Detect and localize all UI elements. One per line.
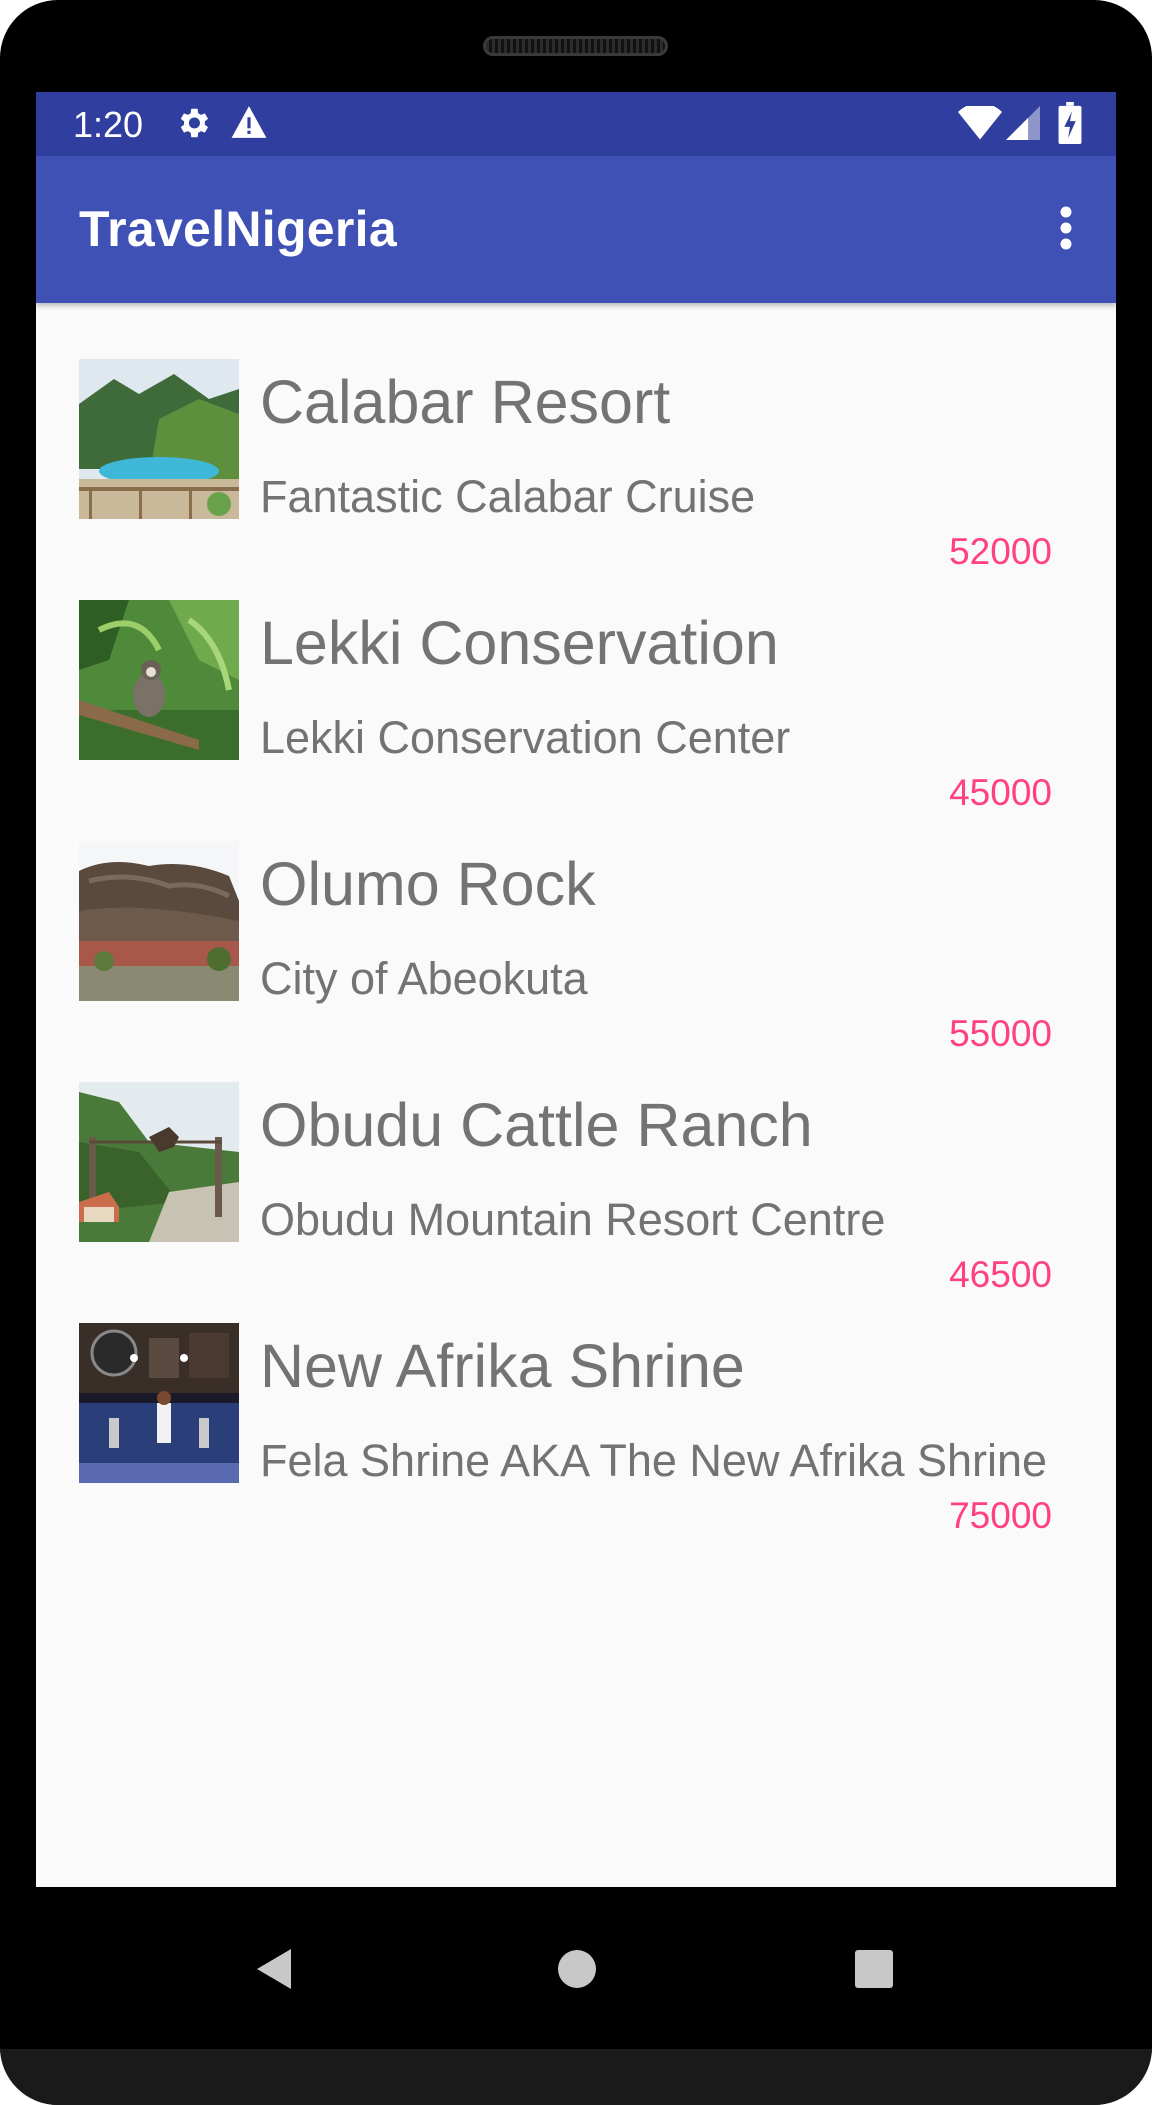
destination-price: 46500 xyxy=(949,1254,1052,1295)
destination-subtitle: Lekki Conservation Center xyxy=(260,712,791,763)
device-chin xyxy=(0,2049,1152,2105)
status-bar: 1:20 xyxy=(36,92,1116,156)
status-time: 1:20 xyxy=(73,104,144,145)
destination-price: 52000 xyxy=(949,531,1052,572)
destination-title: New Afrika Shrine xyxy=(260,1332,745,1400)
rock-formation-image xyxy=(79,841,239,1001)
settings-gear-icon xyxy=(174,104,212,147)
destination-item-lekki-conservation[interactable]: Lekki Conservation Lekki Conservation Ce… xyxy=(36,600,1116,841)
concert-stage-image xyxy=(79,1323,239,1483)
earpiece-speaker xyxy=(483,36,668,56)
ranch-gate-image xyxy=(79,1082,239,1242)
destination-subtitle: Obudu Mountain Resort Centre xyxy=(260,1194,886,1245)
destination-item-obudu-cattle-ranch[interactable]: Obudu Cattle Ranch Obudu Mountain Resort… xyxy=(36,1082,1116,1323)
battery-charging-icon xyxy=(1058,102,1082,149)
destination-title: Olumo Rock xyxy=(260,850,596,918)
device-frame: 1:20 TravelNigeria Calabar Resort Fantas… xyxy=(0,0,1152,2105)
recents-icon[interactable] xyxy=(854,1949,894,1994)
destination-item-calabar-resort[interactable]: Calabar Resort Fantastic Calabar Cruise … xyxy=(36,359,1116,600)
destination-item-olumo-rock[interactable]: Olumo Rock City of Abeokuta 55000 xyxy=(36,841,1116,1082)
destination-price: 55000 xyxy=(949,1013,1052,1054)
resort-pool-image xyxy=(79,359,239,519)
home-icon[interactable] xyxy=(557,1949,597,1994)
destination-subtitle: City of Abeokuta xyxy=(260,953,588,1004)
app-bar: TravelNigeria xyxy=(36,156,1116,303)
navigation-bar xyxy=(0,1887,1152,2049)
destination-title: Calabar Resort xyxy=(260,368,671,436)
destination-subtitle: Fantastic Calabar Cruise xyxy=(260,471,756,522)
back-icon[interactable] xyxy=(253,1947,295,1996)
destination-item-new-afrika-shrine[interactable]: New Afrika Shrine Fela Shrine AKA The Ne… xyxy=(36,1323,1116,1564)
destination-price: 45000 xyxy=(949,772,1052,813)
destination-title: Lekki Conservation xyxy=(260,609,779,677)
destination-subtitle: Fela Shrine AKA The New Afrika Shrine xyxy=(260,1435,1048,1486)
overflow-menu-icon[interactable] xyxy=(1036,198,1096,258)
destination-title: Obudu Cattle Ranch xyxy=(260,1091,813,1159)
warning-icon xyxy=(230,104,268,145)
wifi-icon xyxy=(958,102,1002,145)
cell-signal-icon xyxy=(1006,106,1040,145)
destination-price: 75000 xyxy=(949,1495,1052,1536)
monkey-forest-image xyxy=(79,600,239,760)
screen: 1:20 TravelNigeria Calabar Resort Fantas… xyxy=(36,92,1116,1887)
app-title: TravelNigeria xyxy=(79,201,397,257)
